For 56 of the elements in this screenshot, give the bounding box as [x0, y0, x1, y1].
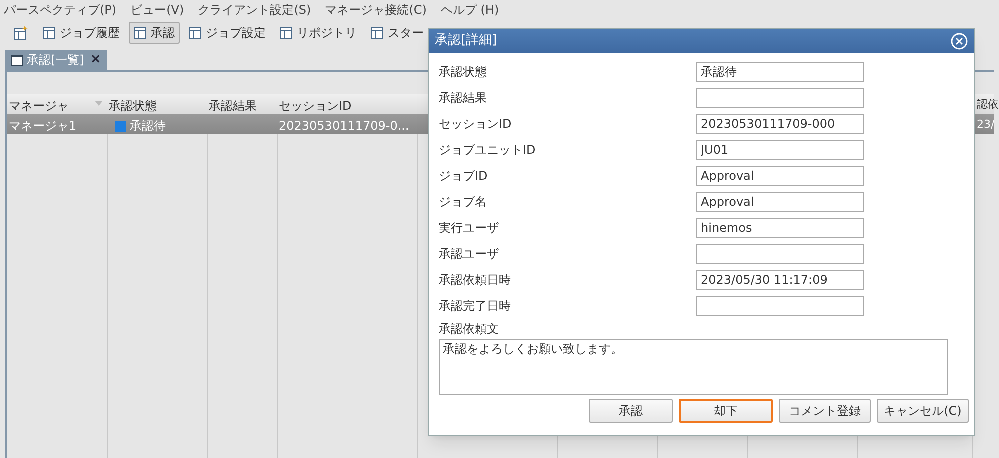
dialog-button[interactable]: 却下 [679, 399, 773, 423]
table-icon [189, 27, 201, 39]
toolbar-button[interactable]: 承認 [129, 22, 180, 44]
field-label: 実行ユーザ [439, 220, 500, 237]
field-label: ジョブユニットID [439, 142, 537, 159]
input-field[interactable]: Approval [696, 192, 864, 212]
close-icon[interactable] [951, 32, 968, 50]
column-header[interactable]: 認依 [977, 97, 999, 114]
toolbar-button[interactable]: リポジトリ [275, 22, 362, 44]
text-area[interactable]: 承認をよろしくお願い致します。 [439, 339, 948, 395]
table-cell-text: 承認待 [130, 118, 166, 135]
input-field[interactable] [696, 244, 864, 264]
close-button[interactable]: × [90, 50, 102, 70]
table-icon [371, 27, 383, 39]
input-field[interactable]: Approval [696, 166, 864, 186]
toolbar-button[interactable]: ジョブ履歴 [38, 22, 125, 44]
dialog-title: 承認[詳細] [435, 32, 498, 50]
new-table-icon[interactable] [14, 26, 28, 40]
field-label: 承認結果 [439, 90, 488, 107]
table-cell-text: 20230530111709-0... [279, 118, 410, 135]
field-label: 承認依頼日時 [439, 272, 512, 289]
table-icon [280, 27, 292, 39]
field-label: 承認状態 [439, 64, 488, 81]
column-header[interactable]: マネージャ [9, 97, 69, 115]
column-header[interactable]: 承認状態 [109, 97, 157, 115]
dialog-button[interactable]: キャンセル(C) [877, 399, 969, 423]
input-field[interactable]: 20230530111709-000 [696, 114, 864, 134]
tab-label: 承認[一覧] [27, 52, 84, 69]
table-icon [43, 27, 55, 39]
menu-item[interactable]: クライアント設定(S) [198, 1, 312, 19]
menu-item[interactable]: マネージャ接続(C) [325, 1, 427, 19]
table-icon [134, 27, 146, 39]
input-field[interactable]: 承認待 [696, 62, 864, 82]
window-icon [11, 54, 23, 66]
sort-icon[interactable] [95, 101, 103, 106]
view-tab[interactable]: 承認[一覧] × [5, 50, 108, 70]
menu-item[interactable]: ビュー(V) [130, 1, 184, 19]
toolbar-button[interactable]: スター [366, 22, 429, 44]
field-label: セッションID [439, 116, 513, 133]
input-field[interactable]: 2023/05/30 11:17:09 [696, 270, 864, 290]
menu-item[interactable]: ヘルプ (H) [440, 1, 500, 19]
field-label: 承認依頼文 [439, 321, 500, 338]
column-header[interactable]: 承認結果 [209, 97, 257, 115]
toolbar-button[interactable]: ジョブ設定 [184, 22, 271, 44]
input-field[interactable] [696, 296, 864, 316]
dialog-button[interactable]: コメント登録 [779, 399, 871, 423]
field-label: 承認ユーザ [439, 246, 500, 263]
menu-item[interactable]: パースペクティブ(P) [4, 1, 117, 19]
column-header[interactable]: セッションID [279, 97, 352, 115]
field-label: ジョブID [439, 168, 489, 185]
field-label: 承認完了日時 [439, 298, 512, 315]
field-label: ジョブ名 [439, 194, 488, 211]
table-cell-text: マネージャ1 [9, 118, 77, 135]
dialog-button[interactable]: 承認 [589, 399, 673, 423]
input-field[interactable]: hinemos [696, 218, 864, 238]
input-field[interactable] [696, 88, 864, 108]
